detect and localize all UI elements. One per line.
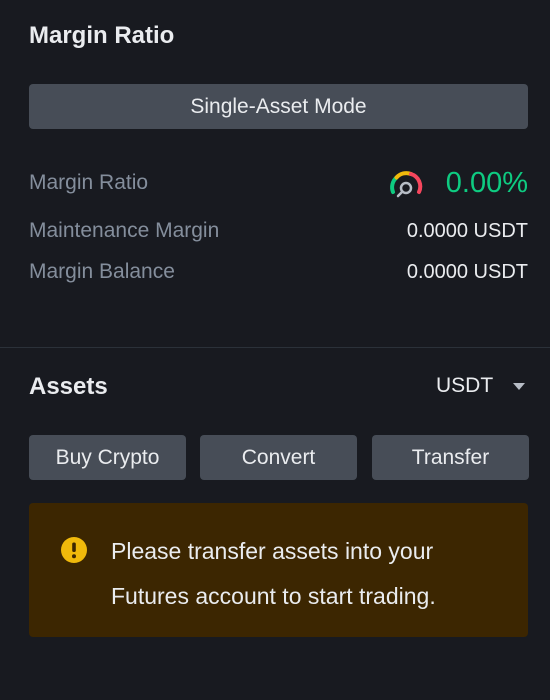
maintenance-margin-row: Maintenance Margin 0.0000 USDT [29, 217, 528, 245]
transfer-button[interactable]: Transfer [372, 435, 529, 480]
margin-ratio-label: Margin Ratio [29, 171, 149, 194]
currency-select-value: USDT [436, 374, 494, 397]
margin-ratio-display: 0.00% [388, 167, 528, 200]
chevron-down-icon [513, 382, 526, 390]
assets-title: Assets [29, 373, 108, 400]
margin-ratio-value: 0.00% [445, 166, 528, 199]
margin-balance-row: Margin Balance 0.0000 USDT [29, 258, 528, 286]
margin-ratio-row: Margin Ratio 0.00% [29, 164, 528, 202]
transfer-notice: Please transfer assets into your Futures… [29, 503, 528, 637]
margin-balance-label: Margin Balance [29, 260, 175, 283]
buy-crypto-button[interactable]: Buy Crypto [29, 435, 186, 480]
single-asset-mode-button[interactable]: Single-Asset Mode [29, 84, 528, 129]
section-divider [0, 347, 550, 348]
maintenance-margin-value: 0.0000 USDT [406, 219, 528, 242]
currency-select[interactable]: USDT [436, 374, 526, 398]
warning-icon [61, 537, 87, 563]
margin-ratio-title: Margin Ratio [29, 22, 175, 49]
margin-assets-panel: Margin Ratio Single-Asset Mode Margin Ra… [0, 0, 550, 700]
transfer-notice-text: Please transfer assets into your Futures… [111, 538, 436, 609]
gauge-icon [388, 168, 424, 198]
maintenance-margin-label: Maintenance Margin [29, 219, 220, 242]
margin-balance-value: 0.0000 USDT [406, 260, 528, 283]
convert-button[interactable]: Convert [200, 435, 357, 480]
